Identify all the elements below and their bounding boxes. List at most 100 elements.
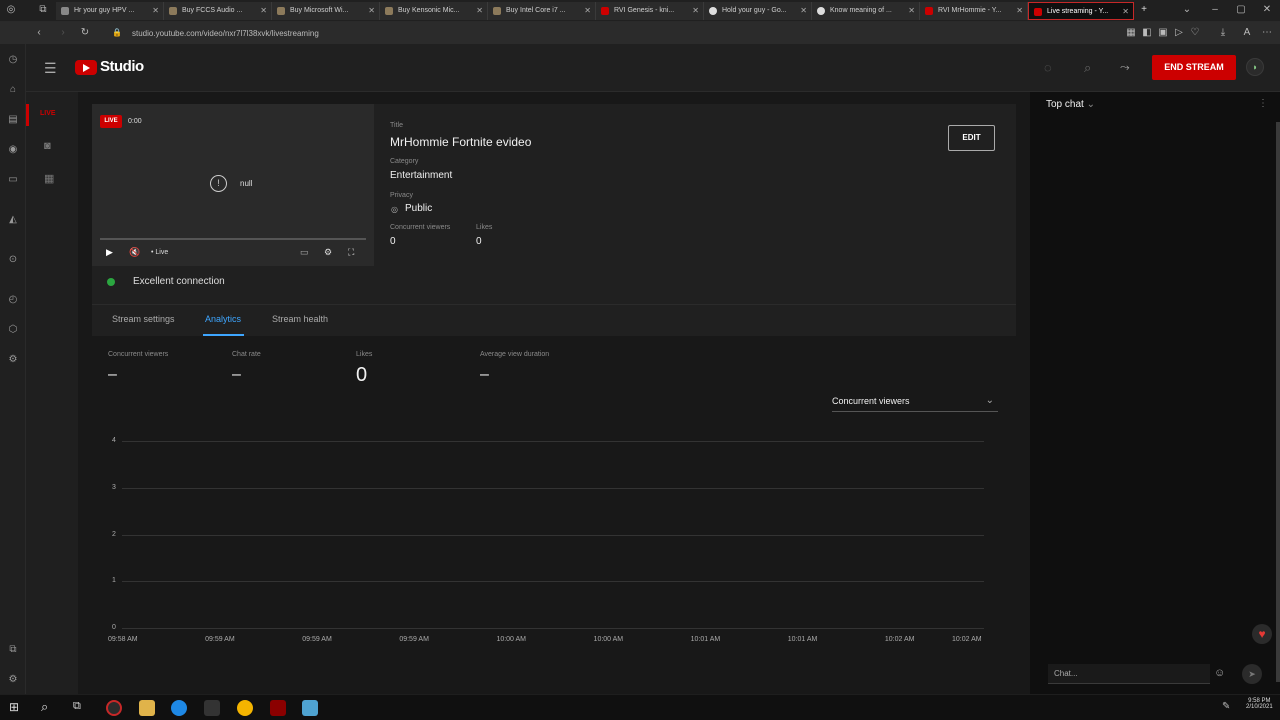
- chat-menu-icon[interactable]: ⋮: [1258, 98, 1268, 109]
- mute-icon[interactable]: 🔇: [129, 247, 140, 258]
- split-screen-icon[interactable]: ⧉: [7, 644, 19, 656]
- browser-tab[interactable]: RVI MrHommie - Y... ✕: [920, 2, 1028, 20]
- tab-stream-health[interactable]: Stream health: [272, 314, 328, 324]
- browser-tab[interactable]: RVI Genesis - kni... ✕: [596, 2, 704, 20]
- play-extension-icon[interactable]: ▷: [1172, 26, 1186, 40]
- extension-icon[interactable]: ▣: [1156, 26, 1170, 40]
- close-tab-icon[interactable]: ✕: [368, 2, 375, 20]
- chat-mode-selector[interactable]: Top chat ⌄: [1046, 99, 1095, 110]
- office-icon[interactable]: ◭: [7, 214, 19, 226]
- share-icon[interactable]: ⤳: [1120, 60, 1130, 75]
- close-tab-icon[interactable]: ✕: [1016, 2, 1023, 20]
- heart-reaction-icon[interactable]: ♥: [1252, 624, 1272, 644]
- close-tab-icon[interactable]: ✕: [476, 2, 483, 20]
- browser-tab[interactable]: Hold your guy - Go... ✕: [704, 2, 812, 20]
- fullscreen-icon[interactable]: ⛶: [348, 247, 354, 258]
- captions-icon[interactable]: ▭: [300, 247, 309, 258]
- refresh-icon[interactable]: ◌: [1044, 60, 1052, 75]
- favicon-icon: [493, 7, 501, 15]
- store-icon[interactable]: [204, 700, 220, 716]
- chat-scrollbar[interactable]: [1276, 122, 1280, 682]
- play-icon[interactable]: ▶: [106, 247, 113, 258]
- metric-label: Average view duration: [480, 351, 550, 358]
- menu-icon[interactable]: ⋯: [1260, 26, 1274, 40]
- games-icon[interactable]: ◉: [7, 144, 19, 156]
- wallet-icon[interactable]: ▭: [7, 174, 19, 186]
- active-app-icon[interactable]: [302, 700, 318, 716]
- tab-analytics[interactable]: Analytics: [205, 314, 241, 324]
- address-bar[interactable]: studio.youtube.com/video/nxr7l7l38xvk/li…: [132, 27, 1032, 40]
- nav-live-item[interactable]: LIVE: [40, 110, 56, 117]
- youtube-favicon-icon: [1034, 8, 1042, 16]
- tab-search-icon[interactable]: ⌄: [1180, 3, 1194, 17]
- back-icon[interactable]: ‹: [32, 26, 46, 40]
- browser-tab[interactable]: Know meaning of ... ✕: [812, 2, 920, 20]
- settings-icon[interactable]: ⚙: [7, 354, 19, 366]
- history-icon[interactable]: ◴: [7, 294, 19, 306]
- maximize-icon[interactable]: ▢: [1234, 3, 1248, 17]
- chart-x-tick-label: 10:02 AM: [884, 636, 915, 643]
- browser-tab[interactable]: Hr your guy HPV ... ✕: [56, 2, 164, 20]
- tab-actions-icon[interactable]: ⧉: [36, 3, 50, 17]
- emoji-icon[interactable]: ☺: [1214, 667, 1225, 679]
- close-tab-icon[interactable]: ✕: [800, 2, 807, 20]
- chrome-icon[interactable]: [237, 700, 253, 716]
- heart-extension-icon[interactable]: ♡: [1188, 26, 1202, 40]
- end-stream-button[interactable]: END STREAM: [1152, 55, 1236, 80]
- browser-tab[interactable]: Buy Intel Core i7 ... ✕: [488, 2, 596, 20]
- pen-icon[interactable]: ✎: [1222, 701, 1230, 712]
- camera-icon[interactable]: ◙: [44, 140, 51, 152]
- search-icon[interactable]: ⌕: [1084, 60, 1091, 76]
- send-icon[interactable]: ➤: [1242, 664, 1262, 684]
- close-tab-icon[interactable]: ✕: [692, 2, 699, 20]
- video-progress-bar[interactable]: [100, 238, 366, 240]
- download-icon[interactable]: ⤓: [1216, 26, 1230, 40]
- avatar[interactable]: ◗: [1246, 58, 1264, 76]
- edge-icon[interactable]: [171, 700, 187, 716]
- cube-icon[interactable]: ⬡: [7, 324, 19, 336]
- tab-stream-settings[interactable]: Stream settings: [112, 314, 175, 324]
- browser-tab[interactable]: Buy Kensonic Mic... ✕: [380, 2, 488, 20]
- manage-icon[interactable]: ▦: [44, 172, 54, 185]
- minimize-icon[interactable]: –: [1208, 3, 1222, 17]
- settings-gear-icon[interactable]: ⚙: [324, 247, 332, 258]
- clock-icon[interactable]: ◷: [7, 54, 19, 66]
- forward-icon[interactable]: ›: [56, 26, 70, 40]
- extension-icon[interactable]: ▦: [1124, 26, 1138, 40]
- close-tab-icon[interactable]: ✕: [1122, 3, 1129, 19]
- tools-icon[interactable]: ⊙: [7, 254, 19, 266]
- file-explorer-icon[interactable]: [139, 700, 155, 716]
- extension-icon[interactable]: ◧: [1140, 26, 1154, 40]
- youtube-logo-icon[interactable]: [75, 60, 97, 75]
- notes-icon[interactable]: ▤: [7, 114, 19, 126]
- close-tab-icon[interactable]: ✕: [584, 2, 591, 20]
- app-icon[interactable]: [106, 700, 122, 716]
- close-tab-icon[interactable]: ✕: [260, 2, 267, 20]
- edit-button[interactable]: EDIT: [948, 125, 995, 151]
- reload-icon[interactable]: ↻: [78, 26, 92, 40]
- video-preview[interactable]: LIVE 0:00 ! null ▶ 🔇 • Live ▭ ⚙ ⛶: [92, 104, 374, 266]
- chart-x-tick-label: 10:02 AM: [952, 636, 982, 643]
- favicon-icon: [385, 7, 393, 15]
- windows-start-icon[interactable]: ⊞: [9, 700, 19, 714]
- category-label: Category: [390, 158, 419, 165]
- browser-tab[interactable]: Buy FCCS Audio ... ✕: [164, 2, 272, 20]
- chat-input[interactable]: Chat...: [1048, 664, 1210, 684]
- task-view-icon[interactable]: ⧉: [73, 700, 81, 713]
- browser-tab-active[interactable]: Live streaming - Y... ✕: [1028, 2, 1134, 20]
- search-icon[interactable]: ⌕: [41, 699, 48, 715]
- chart-y-tick-label: 0: [112, 624, 116, 631]
- windows-taskbar: ⊞ ⌕ ⧉ ✎ 9:58 PM 2/10/2021: [0, 694, 1280, 720]
- chart-metric-dropdown[interactable]: Concurrent viewers ⌄: [832, 394, 998, 412]
- browser-tab[interactable]: Buy Microsoft Wi... ✕: [272, 2, 380, 20]
- clock[interactable]: 9:58 PM 2/10/2021: [1246, 698, 1273, 710]
- bag-icon[interactable]: ⌂: [7, 84, 19, 96]
- close-tab-icon[interactable]: ✕: [908, 2, 915, 20]
- close-window-icon[interactable]: ✕: [1260, 3, 1274, 17]
- new-tab-icon[interactable]: +: [1137, 3, 1151, 17]
- hamburger-menu-icon[interactable]: ☰: [44, 60, 57, 77]
- opera-icon[interactable]: [270, 700, 286, 716]
- close-tab-icon[interactable]: ✕: [152, 2, 159, 20]
- customize-icon[interactable]: ⚙: [7, 674, 19, 686]
- profile-icon[interactable]: A: [1240, 26, 1254, 40]
